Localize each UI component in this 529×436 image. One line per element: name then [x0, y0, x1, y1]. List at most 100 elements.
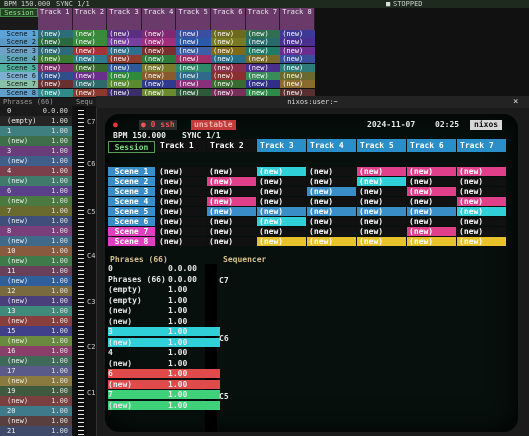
clip-cell[interactable]: (new) [141, 30, 177, 38]
crt-scene-label[interactable]: Scene 2 [108, 177, 155, 186]
clip-cell[interactable]: (new) [280, 38, 315, 47]
crt-clip-cell[interactable]: (new) [307, 217, 356, 226]
clip-cell[interactable]: (new) [38, 88, 73, 97]
track-header-8[interactable]: Track 8 [280, 8, 315, 30]
clip-cell[interactable]: (new) [38, 46, 73, 55]
phrase-row[interactable]: (new) 1.00 [0, 136, 72, 146]
clip-cell[interactable]: (new) [107, 46, 142, 55]
crt-clip-cell[interactable]: (new) [357, 197, 406, 206]
phrase-row[interactable]: 1 1.00 [0, 126, 72, 136]
clip-cell[interactable]: (new) [38, 55, 73, 64]
phrase-row[interactable]: (new) 1.00 [0, 396, 72, 406]
crt-track-header-3[interactable]: Track 3 [257, 139, 306, 152]
crt-clip-cell[interactable]: (new) [357, 187, 406, 196]
crt-track-header-4[interactable]: Track 4 [307, 139, 356, 152]
scene-label[interactable]: Scene 1 [0, 30, 38, 38]
track-header-5[interactable]: Track 5 [176, 8, 211, 30]
tab-unstable[interactable]: unstable [191, 120, 236, 130]
phrase-row[interactable]: 15 1.00 [0, 326, 72, 336]
track-header-3[interactable]: Track 3 [107, 8, 142, 30]
crt-clip-cell[interactable]: (new) [357, 227, 406, 236]
phrase-row[interactable]: (new) 1.00 [0, 236, 72, 246]
phrase-row[interactable]: 8 1.00 [0, 226, 72, 236]
clip-cell[interactable]: (new) [280, 46, 315, 55]
clip-cell[interactable]: (new) [280, 63, 315, 72]
crt-clip-cell[interactable]: (new) [307, 227, 356, 236]
crt-phrase-row[interactable]: 7 1.00 [108, 390, 220, 399]
crt-clip-cell[interactable]: (new) [307, 197, 356, 206]
clip-cell[interactable]: (new) [280, 55, 315, 64]
track-header-6[interactable]: Track 6 [211, 8, 246, 30]
crt-clip-cell[interactable]: (new) [257, 217, 306, 226]
crt-clip-cell[interactable]: (new) [407, 167, 456, 176]
clip-cell[interactable]: (new) [107, 30, 142, 38]
crt-clip-cell[interactable]: (new) [307, 207, 356, 216]
crt-phrase-row[interactable]: (new) 1.00 [108, 359, 220, 368]
crt-clip-cell[interactable]: (new) [157, 227, 206, 236]
clip-cell[interactable]: (new) [211, 80, 246, 89]
track-header-2[interactable]: Track 2 [72, 8, 108, 30]
track-header-4[interactable]: Track 4 [141, 8, 177, 30]
crt-scene-label[interactable]: Scene 7 [108, 227, 155, 236]
crt-phrase-row[interactable]: 3 1.00 [108, 327, 220, 336]
phrase-row[interactable]: 20 1.00 [0, 406, 72, 416]
phrase-row[interactable]: 4 1.00 [0, 166, 72, 176]
phrase-row[interactable]: (empty) 1.00 [0, 116, 72, 126]
phrase-row[interactable]: 21 1.00 [0, 426, 72, 436]
crt-clip-cell[interactable]: (new) [307, 177, 356, 186]
crt-clip-cell[interactable]: (new) [457, 197, 506, 206]
clip-cell[interactable]: (new) [176, 30, 211, 38]
crt-clip-cell[interactable]: (new) [257, 167, 306, 176]
crt-clip-cell[interactable]: (new) [257, 187, 306, 196]
clip-cell[interactable]: (new) [245, 30, 281, 38]
clip-cell[interactable]: (new) [280, 72, 315, 80]
phrase-row[interactable]: (new) 1.00 [0, 356, 72, 366]
scene-label[interactable]: Scene 8 [0, 88, 38, 97]
phrase-row[interactable]: 11 1.00 [0, 266, 72, 276]
phrase-row[interactable]: 19 1.00 [0, 386, 72, 396]
phrase-row[interactable]: (new) 1.00 [0, 296, 72, 306]
clip-cell[interactable]: (new) [245, 38, 281, 47]
clip-cell[interactable]: (new) [72, 46, 108, 55]
clip-cell[interactable]: (new) [245, 55, 281, 64]
clip-cell[interactable]: (new) [245, 46, 281, 55]
phrase-row[interactable]: (new) 1.00 [0, 196, 72, 206]
clip-cell[interactable]: (new) [176, 38, 211, 47]
crt-track-header-5[interactable]: Track 5 [357, 139, 406, 152]
crt-clip-cell[interactable]: (new) [407, 187, 456, 196]
crt-clip-cell[interactable]: (new) [207, 237, 256, 246]
clip-cell[interactable]: (new) [211, 63, 246, 72]
phrase-row[interactable]: (new) 1.00 [0, 176, 72, 186]
crt-clip-cell[interactable]: (new) [157, 177, 206, 186]
phrase-row[interactable]: 7 1.00 [0, 206, 72, 216]
clip-cell[interactable]: (new) [38, 72, 73, 80]
phrase-row[interactable]: 10 1.00 [0, 246, 72, 256]
scene-label[interactable]: Scene 7 [0, 80, 38, 89]
clip-cell[interactable]: (new) [280, 80, 315, 89]
crt-clip-cell[interactable]: (new) [257, 227, 306, 236]
crt-clip-cell[interactable]: (new) [307, 167, 356, 176]
crt-track-header-6[interactable]: Track 6 [407, 139, 456, 152]
crt-clip-cell[interactable]: (new) [307, 187, 356, 196]
crt-scene-label[interactable]: Scene 5 [108, 207, 155, 216]
crt-clip-cell[interactable]: (new) [157, 217, 206, 226]
clip-cell[interactable]: (new) [141, 55, 177, 64]
crt-clip-cell[interactable]: (new) [157, 167, 206, 176]
clip-cell[interactable]: (new) [38, 80, 73, 89]
phrase-row[interactable]: 12 1.00 [0, 286, 72, 296]
clip-cell[interactable]: (new) [38, 38, 73, 47]
crt-clip-cell[interactable]: (new) [207, 187, 256, 196]
clip-cell[interactable]: (new) [176, 80, 211, 89]
crt-clip-cell[interactable]: (new) [157, 197, 206, 206]
clip-cell[interactable]: (new) [176, 46, 211, 55]
close-icon[interactable]: × [513, 96, 523, 108]
clip-cell[interactable]: (new) [72, 55, 108, 64]
crt-scene-label[interactable]: Scene 4 [108, 197, 155, 206]
clip-cell[interactable]: (new) [280, 30, 315, 38]
clip-cell[interactable]: (new) [245, 63, 281, 72]
crt-clip-cell[interactable]: (new) [257, 197, 306, 206]
crt-clip-cell[interactable]: (new) [207, 177, 256, 186]
clip-cell[interactable]: (new) [72, 30, 108, 38]
crt-phrase-row[interactable]: 6 1.00 [108, 369, 220, 378]
crt-clip-cell[interactable]: (new) [407, 177, 456, 186]
